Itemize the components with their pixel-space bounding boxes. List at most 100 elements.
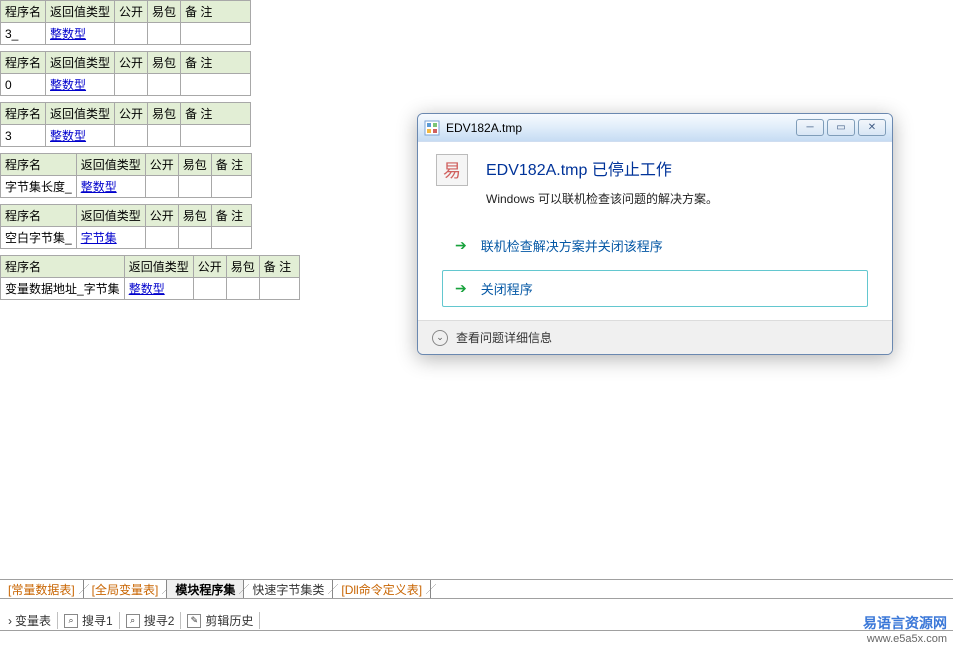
col-public: 公开 bbox=[115, 103, 148, 125]
close-button[interactable]: ✕ bbox=[858, 119, 886, 136]
col-public: 公开 bbox=[115, 1, 148, 23]
col-remark: 备 注 bbox=[211, 205, 251, 227]
error-dialog: EDV182A.tmp ─ ▭ ✕ 易 EDV182A.tmp 已停止工作 Wi… bbox=[417, 113, 893, 355]
cell-epkg[interactable] bbox=[148, 74, 181, 96]
option-check-online[interactable]: ➔ 联机检查解决方案并关闭该程序 bbox=[442, 227, 868, 264]
cell-public[interactable] bbox=[145, 227, 178, 249]
option-label: 关闭程序 bbox=[481, 279, 533, 298]
col-public: 公开 bbox=[145, 154, 178, 176]
col-remark: 备 注 bbox=[211, 154, 251, 176]
col-return-type: 返回值类型 bbox=[76, 205, 145, 227]
cell-remark[interactable] bbox=[181, 125, 251, 147]
return-type-link[interactable]: 整数型 bbox=[81, 180, 117, 194]
watermark: 易语言资源网 www.e5a5x.com bbox=[863, 614, 947, 646]
cell-name[interactable]: 字节集长度_ bbox=[1, 176, 77, 198]
cell-epkg[interactable] bbox=[148, 23, 181, 45]
cell-epkg[interactable] bbox=[178, 227, 211, 249]
option-close-program[interactable]: ➔ 关闭程序 bbox=[442, 270, 868, 307]
col-proc-name: 程序名 bbox=[1, 154, 77, 176]
cell-epkg[interactable] bbox=[178, 176, 211, 198]
bottom-tabstrip: [常量数据表] [全局变量表] 模块程序集 快速字节集类 [Dll命令定义表] bbox=[0, 579, 953, 599]
return-type-link[interactable]: 整数型 bbox=[50, 129, 86, 143]
cell-public[interactable] bbox=[115, 23, 148, 45]
toolbar-clip-history[interactable]: ✎ 剪辑历史 bbox=[181, 612, 260, 629]
dialog-heading: EDV182A.tmp 已停止工作 bbox=[486, 156, 868, 180]
tab-constants[interactable]: [常量数据表] bbox=[0, 580, 84, 598]
edit-icon: ✎ bbox=[187, 614, 201, 628]
toolbar-label: 剪辑历史 bbox=[205, 612, 253, 629]
col-remark: 备 注 bbox=[259, 256, 299, 278]
proc-table-1: 程序名 返回值类型 公开 易包 备 注 3_ 整数型 bbox=[0, 0, 251, 45]
cell-name[interactable]: 3_ bbox=[1, 23, 46, 45]
col-proc-name: 程序名 bbox=[1, 205, 77, 227]
chevron-down-icon[interactable]: ⌄ bbox=[432, 330, 448, 346]
tab-fast-byteset[interactable]: 快速字节集类 bbox=[244, 580, 333, 598]
dialog-titlebar[interactable]: EDV182A.tmp ─ ▭ ✕ bbox=[418, 114, 892, 142]
table-row[interactable]: 0 整数型 bbox=[1, 74, 251, 96]
table-area: 程序名 返回值类型 公开 易包 备 注 3_ 整数型 程序名 返回值类型 公开 … bbox=[0, 0, 340, 306]
cell-epkg[interactable] bbox=[148, 125, 181, 147]
proc-table-6: 程序名 返回值类型 公开 易包 备 注 变量数据地址_字节集 整数型 bbox=[0, 255, 300, 300]
cell-public[interactable] bbox=[115, 74, 148, 96]
col-epkg: 易包 bbox=[226, 256, 259, 278]
col-public: 公开 bbox=[193, 256, 226, 278]
col-proc-name: 程序名 bbox=[1, 256, 125, 278]
dialog-subtext: Windows 可以联机检查该问题的解决方案。 bbox=[486, 190, 868, 207]
return-type-link[interactable]: 整数型 bbox=[50, 78, 86, 92]
col-proc-name: 程序名 bbox=[1, 1, 46, 23]
cell-remark[interactable] bbox=[181, 23, 251, 45]
toolbar-label: 搜寻2 bbox=[144, 612, 175, 629]
toolbar-label: 变量表 bbox=[15, 612, 51, 629]
cell-name[interactable]: 3 bbox=[1, 125, 46, 147]
col-epkg: 易包 bbox=[178, 154, 211, 176]
col-epkg: 易包 bbox=[148, 1, 181, 23]
maximize-button[interactable]: ▭ bbox=[827, 119, 855, 136]
toolbar-vartable[interactable]: › 变量表 bbox=[2, 612, 58, 629]
return-type-link[interactable]: 整数型 bbox=[50, 27, 86, 41]
dialog-title: EDV182A.tmp bbox=[446, 121, 793, 135]
col-public: 公开 bbox=[115, 52, 148, 74]
proc-table-2: 程序名 返回值类型 公开 易包 备 注 0 整数型 bbox=[0, 51, 251, 96]
program-icon: 易 bbox=[436, 154, 468, 186]
watermark-name: 易语言资源网 bbox=[863, 614, 947, 632]
cell-public[interactable] bbox=[115, 125, 148, 147]
table-row[interactable]: 变量数据地址_字节集 整数型 bbox=[1, 278, 300, 300]
cell-remark[interactable] bbox=[259, 278, 299, 300]
search-icon: ⌕ bbox=[126, 614, 140, 628]
tab-globals[interactable]: [全局变量表] bbox=[84, 580, 168, 598]
cell-epkg[interactable] bbox=[226, 278, 259, 300]
cell-remark[interactable] bbox=[211, 176, 251, 198]
col-return-type: 返回值类型 bbox=[46, 52, 115, 74]
table-row[interactable]: 字节集长度_ 整数型 bbox=[1, 176, 252, 198]
col-remark: 备 注 bbox=[181, 1, 251, 23]
table-row[interactable]: 3_ 整数型 bbox=[1, 23, 251, 45]
tab-module-procs[interactable]: 模块程序集 bbox=[167, 580, 244, 598]
proc-table-4: 程序名 返回值类型 公开 易包 备 注 字节集长度_ 整数型 bbox=[0, 153, 252, 198]
toolbar-search1[interactable]: ⌕ 搜寻1 bbox=[58, 612, 120, 629]
cell-name[interactable]: 空白字节集_ bbox=[1, 227, 77, 249]
return-type-link[interactable]: 字节集 bbox=[81, 231, 117, 245]
toolbar-label: 搜寻1 bbox=[82, 612, 113, 629]
arrow-right-icon: ➔ bbox=[455, 280, 467, 297]
proc-table-3: 程序名 返回值类型 公开 易包 备 注 3 整数型 bbox=[0, 102, 251, 147]
dialog-footer: ⌄ 查看问题详细信息 bbox=[418, 320, 892, 354]
cell-name[interactable]: 0 bbox=[1, 74, 46, 96]
app-icon bbox=[424, 120, 440, 136]
chevron-right-icon: › bbox=[8, 614, 12, 628]
cell-remark[interactable] bbox=[181, 74, 251, 96]
col-epkg: 易包 bbox=[178, 205, 211, 227]
cell-name[interactable]: 变量数据地址_字节集 bbox=[1, 278, 125, 300]
col-return-type: 返回值类型 bbox=[124, 256, 193, 278]
watermark-url: www.e5a5x.com bbox=[863, 632, 947, 646]
tab-dll-commands[interactable]: [Dll命令定义表] bbox=[333, 580, 431, 598]
toolbar-search2[interactable]: ⌕ 搜寻2 bbox=[120, 612, 182, 629]
cell-public[interactable] bbox=[193, 278, 226, 300]
table-row[interactable]: 空白字节集_ 字节集 bbox=[1, 227, 252, 249]
cell-public[interactable] bbox=[145, 176, 178, 198]
table-row[interactable]: 3 整数型 bbox=[1, 125, 251, 147]
bottom-toolbar: › 变量表 ⌕ 搜寻1 ⌕ 搜寻2 ✎ 剪辑历史 bbox=[0, 611, 953, 631]
minimize-button[interactable]: ─ bbox=[796, 119, 824, 136]
details-link[interactable]: 查看问题详细信息 bbox=[456, 329, 552, 346]
cell-remark[interactable] bbox=[211, 227, 251, 249]
return-type-link[interactable]: 整数型 bbox=[129, 282, 165, 296]
